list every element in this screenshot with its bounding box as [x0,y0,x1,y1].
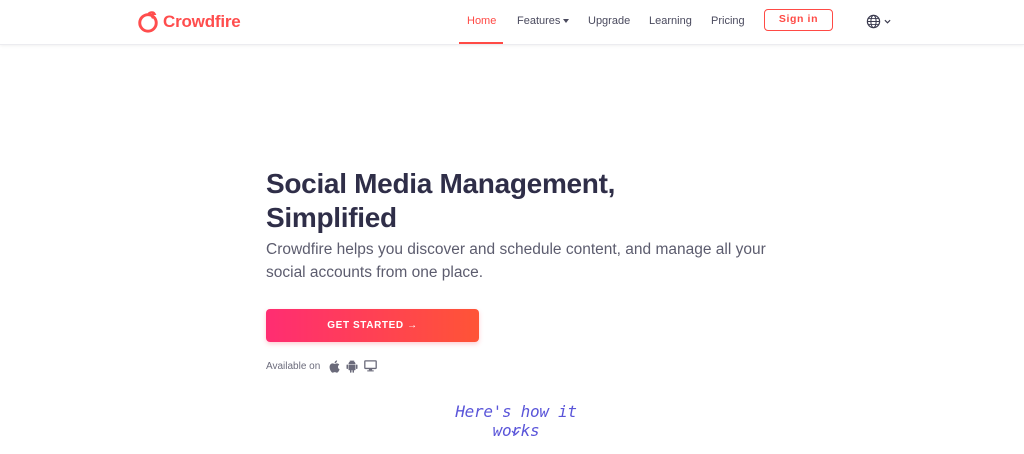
hero-title: Social Media Management, Simplified [266,167,786,235]
sign-in-button[interactable]: Sign in [764,9,833,31]
nav-learning[interactable]: Learning [649,0,692,44]
hero-subtitle-line-2: social accounts from one place. [266,264,484,281]
available-platforms: Available on [266,358,378,374]
hero-title-line-1: Social Media Management, [266,168,616,199]
hero-subtitle-line-1: Crowdfire helps you discover and schedul… [266,241,766,258]
chevron-down-icon [884,19,891,24]
nav-features[interactable]: Features [517,0,570,44]
hero-subtitle: Crowdfire helps you discover and schedul… [266,238,786,284]
nav-features-label: Features [517,15,561,27]
active-nav-indicator [459,42,503,44]
crowdfire-logo-icon [138,11,158,33]
brand-name: Crowdfire [163,12,241,31]
android-icon[interactable] [346,359,358,373]
site-header: Crowdfire Home Features Upgrade Learning… [0,0,1024,45]
chevron-down-icon[interactable] [511,430,520,436]
get-started-button[interactable]: GET STARTED → [266,309,479,342]
apple-icon[interactable] [329,359,340,373]
nav-upgrade[interactable]: Upgrade [588,0,630,44]
available-on-label: Available on [266,360,321,372]
nav-home[interactable]: Home [467,0,496,44]
brand-logo[interactable]: Crowdfire [137,10,241,34]
globe-icon [866,14,881,29]
hero-title-line-2: Simplified [266,202,397,233]
language-selector[interactable] [866,14,891,29]
caret-down-icon [563,19,570,24]
nav-pricing[interactable]: Pricing [711,0,745,44]
desktop-icon[interactable] [364,360,378,372]
